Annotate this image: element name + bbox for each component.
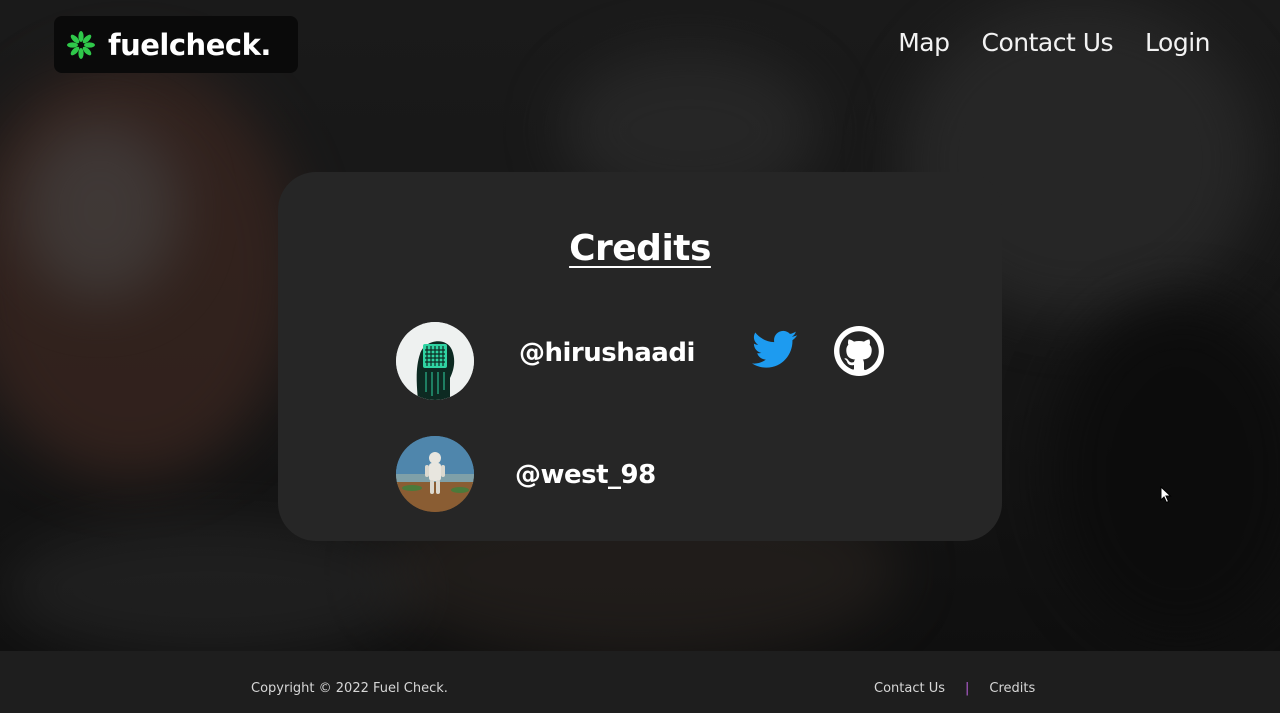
footer-separator: | [965,681,970,696]
main-nav: Map Contact Us Login [898,28,1210,57]
handle-west-98: @west_98 [515,460,656,490]
logo-link[interactable]: fuelcheck. [54,16,298,73]
avatar-west-98 [396,436,474,512]
avatar-hirushaadi [396,322,474,400]
nav-login[interactable]: Login [1145,28,1210,57]
credits-title: Credits [569,228,711,269]
circuit-head-avatar [396,322,474,400]
green-burst-icon [67,30,95,59]
footer-contact-us-link[interactable]: Contact Us [874,681,945,696]
footer-links: Contact Us | Credits [874,681,1035,696]
handle-hirushaadi: @hirushaadi [519,338,695,368]
astronaut-avatar [396,436,474,512]
github-icon [834,326,884,376]
twitter-icon [752,330,798,368]
nav-contact-us[interactable]: Contact Us [982,28,1114,57]
github-link[interactable] [834,326,884,376]
brand-name: fuelcheck. [108,27,271,62]
twitter-link[interactable] [752,330,798,370]
copyright-text: Copyright © 2022 Fuel Check. [251,681,448,696]
site-footer: Copyright © 2022 Fuel Check. Contact Us … [0,651,1280,713]
footer-credits-link[interactable]: Credits [989,681,1035,696]
mouse-cursor-icon [1160,486,1172,504]
nav-map[interactable]: Map [898,28,950,57]
